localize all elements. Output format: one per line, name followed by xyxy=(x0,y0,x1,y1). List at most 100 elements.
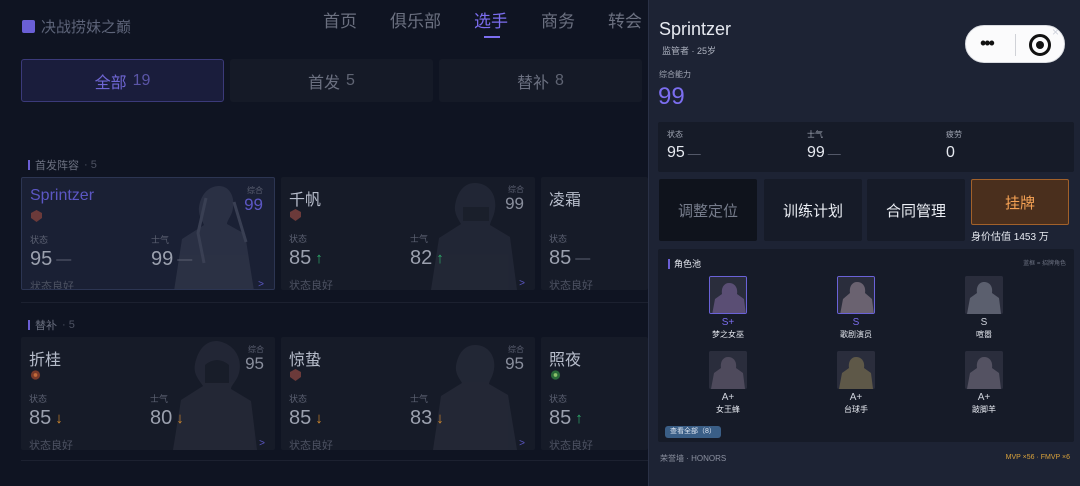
morale-stat: 99— xyxy=(151,248,192,271)
close-icon[interactable]: × xyxy=(1052,25,1059,39)
logo-text: 决战捞妹之巅 xyxy=(41,19,132,36)
morale-value: 82 xyxy=(410,247,433,269)
list-for-transfer-button[interactable]: 挂牌 xyxy=(971,179,1069,225)
character-slot[interactable]: A+ 跛脚羊 xyxy=(954,351,1014,415)
chevron-right-icon[interactable]: > xyxy=(519,278,525,289)
condition-text: 状态良好 xyxy=(549,440,593,450)
character-slot[interactable]: A+ 女王蜂 xyxy=(698,351,758,415)
detail-overall-value: 99 xyxy=(658,83,685,110)
morale-value: 80 xyxy=(150,407,173,429)
chevron-right-icon[interactable]: > xyxy=(519,438,525,449)
morale-label: 士气 xyxy=(151,235,170,245)
status-stat: 85 ↓ xyxy=(29,407,63,430)
morale-stat: 80 ↓ xyxy=(150,407,184,430)
character-pool: 角色池 蓝框 = 招牌角色 S+ 梦之女巫 S 歌剧演员 S 喧嚣 A+ 女王蜂 xyxy=(658,249,1074,442)
team-emblem-icon xyxy=(550,370,561,380)
character-slot[interactable]: S 喧嚣 xyxy=(954,276,1014,340)
close-target-icon[interactable] xyxy=(1029,34,1051,56)
character-name: 跛脚羊 xyxy=(972,405,996,414)
section-count: · 5 xyxy=(62,319,75,331)
stat-status: 95— xyxy=(667,144,701,162)
status-label: 状态 xyxy=(549,394,568,404)
team-emblem-icon xyxy=(31,210,42,222)
condition-text: 状态良好 xyxy=(289,440,333,450)
filter-starters[interactable]: 首发 5 xyxy=(230,59,433,102)
status-value: 85 xyxy=(549,247,572,269)
player-card-zhaoye[interactable]: 照夜 状态 85 ↑ 状态良好 xyxy=(541,337,648,450)
more-options-icon[interactable]: ••• xyxy=(980,34,995,52)
team-emblem-icon xyxy=(290,209,301,221)
trend-up-icon: ↑ xyxy=(436,250,444,267)
team-emblem-icon xyxy=(290,369,301,381)
character-slot[interactable]: S 歌剧演员 xyxy=(826,276,886,340)
section-subs-heading: 替补 · 5 xyxy=(28,317,75,333)
status-label: 状态 xyxy=(549,234,568,244)
capsule-divider xyxy=(1015,34,1016,56)
condition-text: 状态良好 xyxy=(29,440,73,450)
overall-value: 95 xyxy=(505,354,524,373)
character-name: 歌剧演员 xyxy=(840,330,872,339)
player-card-lingshuang[interactable]: 凌霜 状态 85— 状态良好 xyxy=(541,177,648,290)
detail-role-age: 监管者 · 25岁 xyxy=(662,46,717,56)
filter-count: 19 xyxy=(132,71,151,89)
status-label: 状态 xyxy=(30,235,49,245)
character-name: 台球手 xyxy=(844,405,868,414)
condition-text: 状态良好 xyxy=(30,281,74,290)
logo-square-icon xyxy=(22,20,35,33)
overall-value: 99 xyxy=(505,194,524,213)
trend-flat-icon: — xyxy=(827,145,841,161)
nav-business[interactable]: 商务 xyxy=(541,11,575,41)
pool-title: 角色池 xyxy=(668,257,701,270)
training-plan-button[interactable]: 训练计划 xyxy=(764,179,862,241)
section-bar xyxy=(28,320,30,330)
stat-label-fatigue: 疲劳 xyxy=(946,130,962,139)
view-all-characters-button[interactable]: 查看全部（8） xyxy=(665,426,721,438)
player-card-qianfan[interactable]: 千帆 综合 99 状态 士气 85 ↑ 82 ↑ 状态良好 > xyxy=(281,177,535,290)
character-grade: A+ xyxy=(721,392,735,403)
player-card-sprintzer[interactable]: Sprintzer 综合 99 状态 士气 95— 99— 状态良好 > xyxy=(21,177,275,290)
character-slot[interactable]: S+ 梦之女巫 xyxy=(698,276,758,340)
character-name: 梦之女巫 xyxy=(712,330,744,339)
pool-hint: 蓝框 = 招牌角色 xyxy=(1023,261,1066,267)
stat-value: 99 xyxy=(807,144,825,161)
detail-stats-box: 状态 95— 士气 99— 疲劳 0 xyxy=(658,122,1074,172)
detail-player-name: Sprintzer xyxy=(659,19,732,39)
status-stat: 85— xyxy=(549,247,590,270)
filter-count: 8 xyxy=(555,71,564,89)
nav-club[interactable]: 俱乐部 xyxy=(390,11,441,41)
adjust-position-button[interactable]: 调整定位 xyxy=(659,179,757,241)
honors-heading: 荣誉墙 · HONORS xyxy=(660,454,727,463)
filter-label: 首发 xyxy=(308,74,341,92)
contract-button[interactable]: 合同管理 xyxy=(867,179,965,241)
player-name: 凌霜 xyxy=(549,192,582,209)
nav-players[interactable]: 选手 xyxy=(474,11,508,41)
miniprogram-capsule: ••• xyxy=(965,25,1065,63)
chevron-right-icon[interactable]: > xyxy=(258,279,264,289)
stat-fatigue: 0 xyxy=(946,144,955,162)
filter-all[interactable]: 全部 19 xyxy=(21,59,224,102)
filter-subs[interactable]: 替补 8 xyxy=(439,59,642,102)
game-screen: 决战捞妹之巅 首页 俱乐部 选手 商务 转会 全部 19 首发 5 替补 8 首… xyxy=(0,0,1080,486)
trend-up-icon: ↑ xyxy=(315,250,323,267)
chevron-right-icon[interactable]: > xyxy=(259,438,265,449)
status-label: 状态 xyxy=(289,234,308,244)
section-label: 替补 xyxy=(35,320,57,332)
status-value: 85 xyxy=(289,407,312,429)
club-logo[interactable]: 决战捞妹之巅 xyxy=(22,16,131,37)
player-card-zhegui[interactable]: 折桂 综合 95 状态 士气 85 ↓ 80 ↓ 状态良好 > xyxy=(21,337,275,450)
trend-down-icon: ↓ xyxy=(436,410,444,427)
character-slot[interactable]: A+ 台球手 xyxy=(826,351,886,415)
stat-label-status: 状态 xyxy=(667,130,683,139)
nav-transfer[interactable]: 转会 xyxy=(608,11,642,41)
stat-value: 0 xyxy=(946,144,955,161)
player-card-jingzhe[interactable]: 惊蛰 综合 95 状态 士气 85 ↓ 83 ↓ 状态良好 > xyxy=(281,337,535,450)
status-value: 85 xyxy=(289,247,312,269)
filter-label: 替补 xyxy=(517,74,550,92)
morale-label: 士气 xyxy=(410,234,429,244)
section-count: · 5 xyxy=(84,159,97,171)
morale-stat: 82 ↑ xyxy=(410,247,444,270)
trend-flat-icon: — xyxy=(56,251,72,268)
section-bar xyxy=(668,258,670,269)
nav-home[interactable]: 首页 xyxy=(323,11,357,41)
character-name: 喧嚣 xyxy=(976,330,992,339)
